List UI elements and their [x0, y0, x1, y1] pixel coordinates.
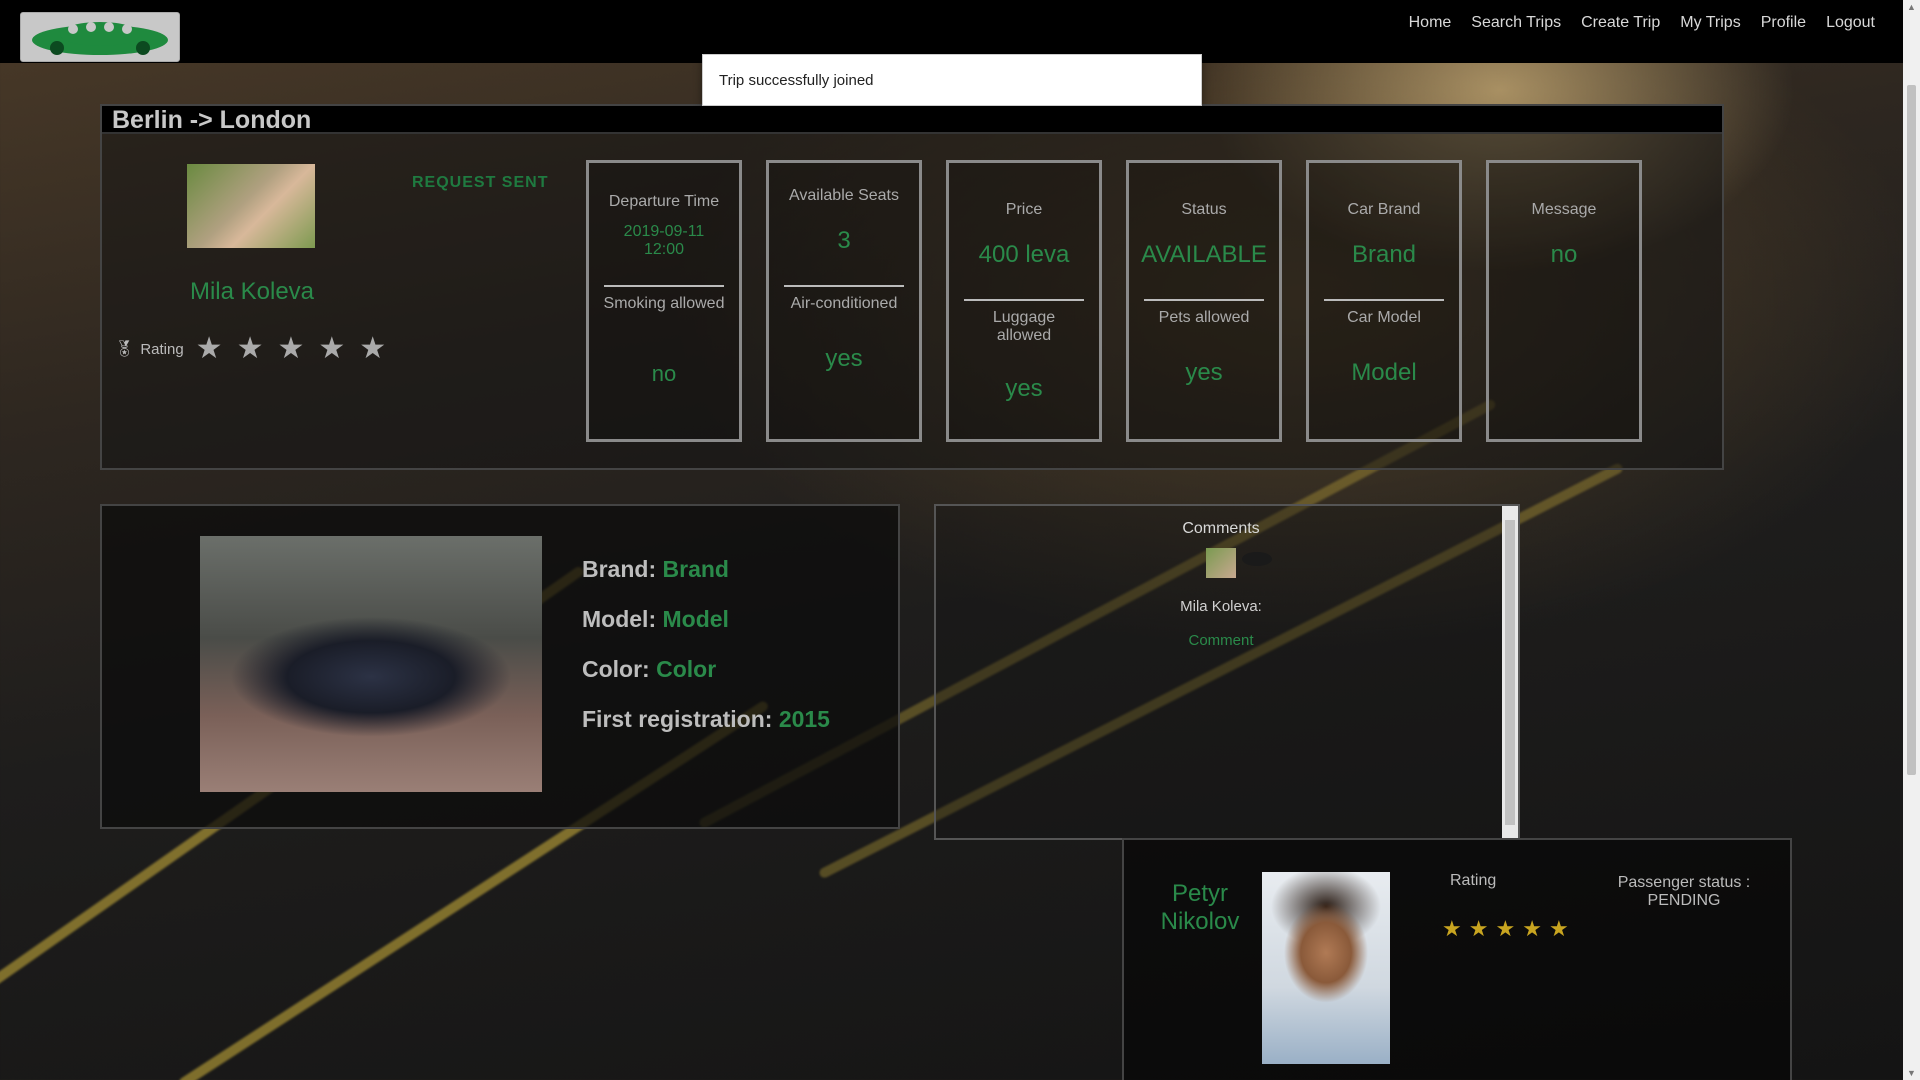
card-divider — [964, 299, 1084, 301]
card-label: Price — [1005, 201, 1043, 218]
star-icon[interactable]: ★ — [196, 334, 223, 364]
nav-create-trip[interactable]: Create Trip — [1581, 14, 1660, 32]
card-value: Brand — [1351, 241, 1417, 268]
passenger-panel: Petyr Nikolov Rating ★ ★ ★ ★ ★ Passenger… — [1122, 838, 1792, 1080]
card-value: 2019-09-11 12:00 — [623, 223, 705, 258]
star-icon[interactable]: ★ — [318, 334, 345, 364]
driver-rating-stars[interactable]: ★ ★ ★ ★ ★ — [196, 334, 387, 364]
comment-author-avatar[interactable] — [1206, 548, 1236, 578]
card-label: Status — [1181, 201, 1227, 218]
car-registration-value: 2015 — [778, 706, 830, 732]
card-label: Available Seats — [789, 187, 899, 204]
star-icon[interactable]: ★ — [1442, 918, 1462, 940]
passenger-name[interactable]: Petyr Nikolov — [1150, 880, 1250, 936]
info-card-price: Price 400 leva Luggage allowed yes — [946, 160, 1102, 442]
card-value: yes — [825, 345, 863, 372]
car-color-value: Color — [656, 656, 717, 682]
card-value: yes — [1185, 359, 1223, 386]
comment-text: Comment — [1188, 632, 1254, 649]
card-value: AVAILABLE — [1141, 241, 1267, 268]
car-brand-row: Brand: Brand — [582, 556, 830, 583]
star-icon[interactable]: ★ — [1549, 918, 1569, 940]
driver-rating: 🏅︎ Rating ★ ★ ★ ★ ★ — [114, 334, 386, 364]
star-icon[interactable]: ★ — [237, 334, 264, 364]
nav-profile[interactable]: Profile — [1761, 14, 1806, 32]
car-registration-label: First registration: — [582, 706, 773, 732]
star-icon[interactable]: ★ — [359, 334, 386, 364]
comment-author: Mila Koleva: — [1180, 598, 1262, 615]
car-brand-label: Brand: — [582, 556, 657, 582]
nav-links: Home Search Trips Create Trip My Trips P… — [1409, 14, 1875, 32]
car-logo-icon — [32, 22, 168, 55]
comments-scrollbar-thumb[interactable] — [1505, 520, 1515, 825]
passenger-status-label: Passenger status : — [1617, 874, 1751, 891]
star-icon[interactable]: ★ — [1522, 918, 1542, 940]
comment-avatar-placeholder — [1242, 552, 1272, 566]
scroll-down-icon[interactable]: ▼ — [1907, 1068, 1916, 1078]
star-icon[interactable]: ★ — [1469, 918, 1489, 940]
info-card-status: Status AVAILABLE Pets allowed yes — [1126, 160, 1282, 442]
star-icon[interactable]: ★ — [277, 334, 304, 364]
info-card-departure: Departure Time 2019-09-11 12:00 Smoking … — [586, 160, 742, 442]
comments-panel[interactable]: Comments Mila Koleva: Comment — [934, 504, 1520, 840]
car-model-label: Model: — [582, 606, 657, 632]
card-label: Smoking allowed — [603, 295, 725, 312]
scrollbar-thumb[interactable] — [1907, 85, 1916, 775]
passenger-status: Passenger status : PENDING — [1614, 874, 1754, 910]
card-value: no — [651, 361, 677, 386]
car-details-panel: Brand: Brand Model: Model Color: Color F… — [100, 504, 900, 829]
card-value: no — [1550, 241, 1578, 268]
car-model-row: Model: Model — [582, 606, 830, 633]
comment-avatars — [1206, 548, 1272, 578]
card-divider — [604, 285, 724, 287]
card-label: Pets allowed — [1158, 309, 1250, 326]
card-label: Car Model — [1347, 309, 1421, 326]
passenger-rating-label: Rating — [1450, 872, 1497, 889]
trip-title: Berlin -> London — [102, 106, 1722, 134]
trip-details-panel: Berlin -> London Mila Koleva 🏅︎ Rating ★… — [100, 104, 1724, 470]
logo[interactable] — [20, 12, 180, 62]
comments-scrollbar[interactable] — [1502, 506, 1518, 838]
scroll-up-icon[interactable]: ▲ — [1907, 2, 1916, 12]
card-label: Message — [1531, 201, 1597, 218]
card-value: yes — [1005, 375, 1043, 402]
car-specs: Brand: Brand Model: Model Color: Color F… — [582, 556, 830, 756]
card-label: Air-conditioned — [790, 295, 898, 312]
card-label: Departure Time — [608, 193, 720, 210]
card-divider — [784, 285, 904, 287]
card-value: 3 — [837, 227, 851, 254]
passenger-status-value: PENDING — [1647, 892, 1721, 909]
info-card-car: Car Brand Brand Car Model Model — [1306, 160, 1462, 442]
car-color-row: Color: Color — [582, 656, 830, 683]
driver-avatar[interactable] — [187, 164, 315, 248]
info-card-seats: Available Seats 3 Air-conditioned yes — [766, 160, 922, 442]
nav-logout[interactable]: Logout — [1826, 14, 1875, 32]
passenger-rating-stars[interactable]: ★ ★ ★ ★ ★ — [1442, 918, 1569, 940]
card-divider — [1144, 299, 1264, 301]
car-brand-value: Brand — [662, 556, 729, 582]
passenger-avatar[interactable] — [1262, 872, 1390, 1064]
car-color-label: Color: — [582, 656, 650, 682]
car-photo — [200, 536, 542, 792]
nav-search-trips[interactable]: Search Trips — [1471, 14, 1561, 32]
success-toast[interactable]: Trip successfully joined — [702, 54, 1202, 106]
info-card-message: Message no — [1486, 160, 1642, 442]
card-value: Model — [1351, 359, 1417, 386]
comments-title: Comments — [1182, 520, 1260, 537]
card-label: Luggage allowed — [992, 309, 1056, 344]
card-value: 400 leva — [978, 241, 1070, 268]
medal-icon: 🏅︎ — [114, 341, 135, 358]
car-model-value: Model — [662, 606, 729, 632]
card-label: Car Brand — [1347, 201, 1421, 218]
page-scrollbar[interactable]: ▲ ▼ — [1903, 0, 1920, 1080]
nav-home[interactable]: Home — [1409, 14, 1452, 32]
car-registration-row: First registration: 2015 — [582, 706, 830, 733]
card-divider — [1324, 299, 1444, 301]
rating-label: Rating — [140, 340, 184, 358]
nav-my-trips[interactable]: My Trips — [1680, 14, 1740, 32]
request-status: REQUEST SENT — [412, 174, 549, 191]
driver-name[interactable]: Mila Koleva — [152, 278, 352, 306]
star-icon[interactable]: ★ — [1495, 918, 1515, 940]
